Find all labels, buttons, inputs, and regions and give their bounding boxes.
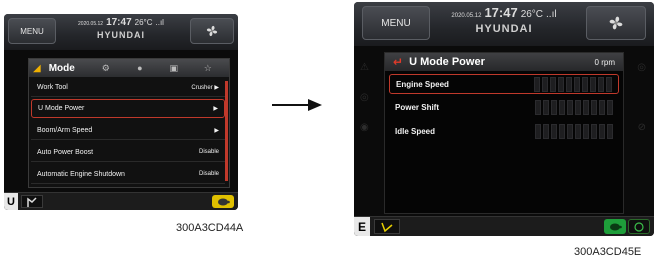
turtle-icon — [212, 195, 234, 208]
status-info: 2020.05.12 17:47 26°C ..ıl HYUNDAI — [451, 5, 556, 35]
scrollbar[interactable] — [225, 81, 228, 181]
menu-item-label: U Mode Power — [38, 105, 85, 112]
level-bar-gauge[interactable] — [535, 123, 613, 139]
work-tool-icon — [21, 195, 43, 208]
figure-caption-2: 300A3CD45E — [574, 246, 642, 258]
fan-icon — [609, 16, 623, 30]
back-arrow-icon[interactable]: ↵ — [393, 55, 403, 69]
bottom-bar: U — [4, 192, 238, 210]
level-bar-gauge[interactable] — [534, 76, 612, 92]
setting-label: Power Shift — [395, 102, 440, 112]
turtle-icon — [604, 219, 626, 234]
menu-button[interactable]: MENU — [362, 6, 430, 40]
top-bar: MENU 2020.05.12 17:47 26°C ..ıl HYUNDAI — [354, 2, 654, 46]
menu-item-boom-arm-speed[interactable]: Boom/Arm Speed ▶ — [31, 121, 225, 140]
setting-label: Engine Speed — [396, 79, 449, 89]
level-bar-gauge[interactable] — [535, 99, 613, 115]
background-gauge-icon: ⊘ — [637, 122, 646, 133]
transition-arrow-icon — [272, 99, 322, 111]
menu-item-value: ▶ — [213, 106, 218, 112]
setting-row-engine-speed[interactable]: Engine Speed — [389, 74, 619, 94]
wrench-tab-icon[interactable]: ⚙ — [93, 63, 119, 74]
panel-title: U Mode Power — [409, 56, 485, 68]
background-gauge-icon: ⚠ — [360, 62, 369, 73]
setting-label: Idle Speed — [395, 126, 436, 136]
setting-row-power-shift[interactable]: Power Shift — [389, 97, 619, 117]
eco-gauge-icon — [628, 219, 650, 234]
mode-popup: ◢ Mode ⚙ ● ▣ ☆ Work Tool Crusher ▶ U Mod… — [28, 58, 230, 188]
background-gauge-icon: ◉ — [360, 122, 369, 133]
menu-item-auto-engine-shutdown[interactable]: Automatic Engine Shutdown Disable — [31, 165, 225, 184]
time-text: 17:47 — [484, 5, 518, 20]
menu-item-value: ▶ — [214, 127, 219, 134]
power-mode-indicator: U — [4, 193, 18, 210]
user-tab-icon[interactable]: ● — [127, 63, 153, 73]
brand-label: HYUNDAI — [96, 30, 145, 40]
menu-item-work-tool[interactable]: Work Tool Crusher ▶ — [31, 78, 225, 97]
figure-caption-1: 300A3CD44A — [176, 222, 244, 234]
temperature-text: 26°C — [520, 9, 544, 20]
signal-icon: ..ıl — [155, 18, 164, 27]
menu-item-u-mode-power[interactable]: U Mode Power ▶ — [31, 99, 225, 118]
menu-item-value: Disable — [198, 149, 219, 155]
monitor-screen-mode-menu: MENU 2020.05.12 17:47 26°C ..ıl HYUNDAI — [4, 14, 238, 210]
fan-button[interactable] — [586, 6, 646, 40]
mode-title: Mode — [48, 62, 75, 74]
background-gauge-icon: ◎ — [360, 92, 369, 103]
star-tab-icon[interactable]: ☆ — [195, 63, 221, 74]
background-gauge-icon: ◎ — [637, 62, 646, 73]
date-text: 2020.05.12 — [451, 13, 482, 19]
bottom-bar: E — [354, 216, 654, 236]
date-text: 2020.05.12 — [78, 21, 104, 27]
mode-popup-header: ◢ Mode ⚙ ● ▣ ☆ — [29, 59, 229, 77]
setting-row-idle-speed[interactable]: Idle Speed — [389, 121, 619, 141]
menu-item-label: Automatic Engine Shutdown — [37, 170, 125, 178]
rpm-readout: 0 rpm — [594, 57, 615, 67]
signal-icon: ..ıl — [546, 9, 557, 20]
menu-item-label: Boom/Arm Speed — [37, 126, 93, 134]
panel-header: ↵ U Mode Power 0 rpm — [385, 53, 623, 71]
menu-item-value: Disable — [198, 171, 219, 177]
temperature-text: 26°C — [134, 18, 153, 27]
top-bar: MENU 2020.05.12 17:47 26°C ..ıl HYUNDAI — [4, 14, 238, 50]
monitor-tab-icon[interactable]: ▣ — [161, 63, 187, 74]
fan-button[interactable] — [190, 18, 234, 44]
monitor-screen-u-mode-power: MENU 2020.05.12 17:47 26°C ..ıl HYUNDAI — [354, 2, 654, 236]
u-mode-power-panel: ↵ U Mode Power 0 rpm Engine Speed Power … — [384, 52, 624, 214]
menu-button[interactable]: MENU — [8, 18, 56, 44]
mode-icon: ◢ — [33, 62, 41, 74]
menu-item-auto-power-boost[interactable]: Auto Power Boost Disable — [31, 143, 225, 162]
menu-item-label: Work Tool — [37, 83, 68, 91]
fan-icon — [206, 25, 218, 37]
power-mode-indicator: E — [354, 217, 370, 236]
status-info: 2020.05.12 17:47 26°C ..ıl HYUNDAI — [78, 17, 164, 40]
work-tool-icon — [374, 219, 400, 234]
menu-item-value: Crusher ▶ — [191, 84, 219, 91]
menu-item-label: Auto Power Boost — [37, 148, 94, 156]
brand-label: HYUNDAI — [475, 23, 533, 35]
time-text: 17:47 — [106, 17, 132, 28]
